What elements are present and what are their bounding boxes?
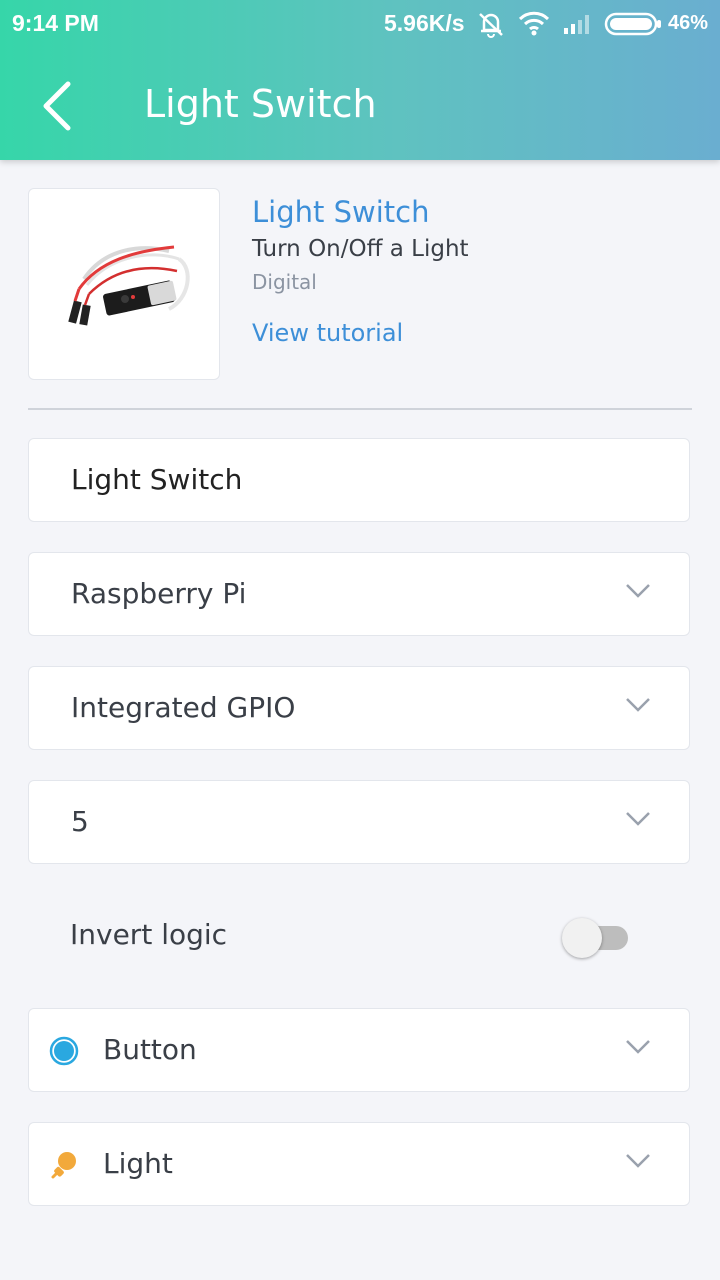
relay-module-image [68, 245, 190, 326]
wifi-icon [518, 11, 550, 36]
status-time: 9:14 PM [12, 10, 99, 36]
toggle-knob [562, 918, 602, 958]
widget-description: Turn On/Off a Light [252, 236, 469, 262]
status-battery-pct: 46% [668, 12, 709, 34]
chevron-left-icon [43, 81, 71, 131]
invert-logic-label: Invert logic [70, 918, 228, 951]
lightbulb-icon [51, 1152, 76, 1179]
signal-icon [564, 15, 589, 34]
name-input[interactable]: Light Switch [28, 438, 690, 522]
output-select[interactable]: Light [28, 1122, 690, 1206]
page-title: Light Switch [144, 82, 377, 126]
name-input-value: Light Switch [71, 463, 243, 496]
divider [28, 408, 692, 410]
chevron-down-icon [626, 584, 650, 598]
widget-name: Light Switch [252, 195, 430, 229]
device-select[interactable]: Raspberry Pi [28, 552, 690, 636]
chevron-down-icon [626, 698, 650, 712]
widget-info: Light Switch Turn On/Off a Light Digital… [252, 194, 469, 348]
pin-select[interactable]: 5 [28, 780, 690, 864]
connection-select[interactable]: Integrated GPIO [28, 666, 690, 750]
status-bar: 9:14 PM 5.96K/s 46% [0, 0, 720, 48]
app-header: 9:14 PM 5.96K/s 46% Light Switch [0, 0, 720, 160]
status-net-speed: 5.96K/s [384, 10, 465, 36]
device-select-value: Raspberry Pi [71, 577, 247, 610]
button-circle-icon [49, 1036, 79, 1066]
mode-select-value: Button [103, 1033, 197, 1066]
back-button[interactable] [30, 76, 90, 136]
view-tutorial-link[interactable]: View tutorial [252, 318, 469, 348]
output-select-value: Light [103, 1147, 173, 1180]
mode-select[interactable]: Button [28, 1008, 690, 1092]
chevron-down-icon [626, 1040, 650, 1054]
widget-image [28, 188, 220, 380]
chevron-down-icon [626, 1154, 650, 1168]
battery-icon [604, 12, 661, 36]
chevron-down-icon [626, 812, 650, 826]
widget-type: Digital [252, 270, 317, 294]
mute-alarm-icon [479, 13, 503, 38]
invert-logic-toggle[interactable] [562, 918, 630, 958]
pin-select-value: 5 [71, 805, 89, 838]
connection-select-value: Integrated GPIO [71, 691, 296, 724]
